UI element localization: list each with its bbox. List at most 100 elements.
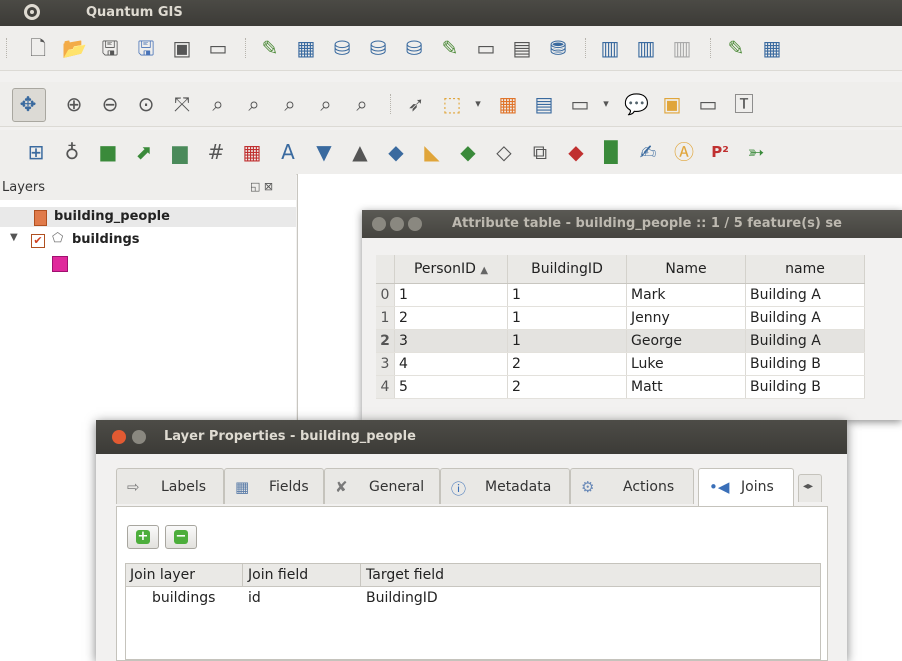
tab-actions[interactable]: ⚙ Actions <box>570 468 694 504</box>
add-join-button[interactable]: + <box>127 525 159 549</box>
raster-calculator-icon[interactable]: ▆ <box>168 140 192 164</box>
column-header-buildingid[interactable]: BuildingID <box>507 255 627 284</box>
cell[interactable]: 2 <box>507 375 627 399</box>
refresh-icon[interactable]: ⌕ <box>350 92 374 116</box>
cell[interactable]: 1 <box>507 306 627 330</box>
deselect-features-icon[interactable]: ▦ <box>496 92 520 116</box>
interpolation-icon[interactable]: ▼ <box>312 140 336 164</box>
cell[interactable]: George <box>626 329 746 353</box>
row-index[interactable]: 1 <box>376 306 395 330</box>
table-row[interactable]: 0 1 1 Mark Building A <box>376 283 865 307</box>
add-raster-layer-icon[interactable]: ▦ <box>294 36 318 60</box>
cell[interactable]: Building B <box>745 375 865 399</box>
python-console-icon[interactable]: P² <box>708 140 732 164</box>
open-attribute-table-icon[interactable]: ▤ <box>532 92 556 116</box>
expand-arrow-icon[interactable]: ▼ <box>10 232 18 243</box>
measure-line-icon[interactable]: ▭ <box>568 92 592 116</box>
cell[interactable]: Mark <box>626 283 746 307</box>
zonal-statistics-icon[interactable]: ◆ <box>456 140 480 164</box>
attribute-table-title-bar[interactable]: Attribute table - building_people :: 1 /… <box>362 210 902 238</box>
zoom-to-selection-icon[interactable]: ⌕ <box>206 92 230 116</box>
tab-scroll-buttons[interactable]: ◂▸ <box>798 474 822 502</box>
tab-general[interactable]: ✘ General <box>324 468 440 504</box>
move-feature-icon[interactable]: ▦ <box>760 36 784 60</box>
tab-labels[interactable]: ⇨ Labels <box>116 468 224 504</box>
add-spatialite-layer-icon[interactable]: ⛁ <box>366 36 390 60</box>
add-mssql-layer-icon[interactable]: ⛁ <box>402 36 426 60</box>
tab-joins[interactable]: •◀ Joins <box>698 468 794 507</box>
add-postgis-layer-icon[interactable]: ⛁ <box>330 36 354 60</box>
composer-manager-icon[interactable]: ▭ <box>206 36 230 60</box>
edit-icon[interactable]: ✍ <box>636 140 660 164</box>
heatmap-icon[interactable]: ⬈ <box>132 140 156 164</box>
toolbar-grip[interactable] <box>6 38 9 58</box>
raster-terrain-icon[interactable]: ▦ <box>240 140 264 164</box>
scroll-arrows-icon[interactable]: ◂▸ <box>803 481 813 492</box>
row-index[interactable]: 0 <box>376 283 395 307</box>
evis-icon[interactable]: ▉ <box>600 140 624 164</box>
new-bookmark-icon[interactable]: ▣ <box>660 92 684 116</box>
cell[interactable]: 3 <box>394 329 508 353</box>
add-wms-layer-icon[interactable]: ✎ <box>438 36 462 60</box>
tab-fields[interactable]: ▦ Fields <box>224 468 324 504</box>
label-icon[interactable]: Ⓐ <box>672 140 696 164</box>
close-icon[interactable] <box>372 217 386 231</box>
select-features-icon[interactable]: ⬚ <box>440 92 464 116</box>
cell[interactable]: Matt <box>626 375 746 399</box>
zoom-to-layer-icon[interactable]: ⌕ <box>242 92 266 116</box>
chevron-down-icon[interactable]: ▾ <box>594 92 618 116</box>
add-wfs-layer-icon[interactable]: ⛃ <box>546 36 570 60</box>
new-print-composer-icon[interactable]: ▣ <box>170 36 194 60</box>
north-arrow-icon[interactable]: A <box>276 140 300 164</box>
map-tips-icon[interactable]: 💬 <box>624 92 649 116</box>
table-row[interactable]: 3 4 2 Luke Building B <box>376 352 865 376</box>
identify-features-icon[interactable]: ➶ <box>404 92 428 116</box>
zoom-full-icon[interactable]: ⤧ <box>170 92 194 116</box>
remove-join-button[interactable]: − <box>165 525 197 549</box>
close-icon[interactable] <box>112 430 126 444</box>
table-row[interactable]: 1 2 1 Jenny Building A <box>376 306 865 330</box>
join-layer-value[interactable]: buildings <box>152 590 215 606</box>
column-header-personid[interactable]: PersonID ▲ <box>394 255 508 284</box>
cell[interactable]: Building A <box>745 329 865 353</box>
text-annotation-icon[interactable]: 🅃 <box>732 92 756 116</box>
minimize-icon[interactable] <box>132 430 146 444</box>
layer-item-buildings[interactable]: ▼ ✔ ⬠ buildings <box>0 230 296 250</box>
topology-checker-icon[interactable]: ◣ <box>420 140 444 164</box>
zoom-last-icon[interactable]: ⌕ <box>278 92 302 116</box>
offline-editing-icon[interactable]: ⧉ <box>528 140 552 164</box>
maximize-icon[interactable] <box>408 217 422 231</box>
column-header-join-field[interactable]: Join field <box>248 567 308 583</box>
layer-visibility-checkbox[interactable]: ✔ <box>31 234 45 248</box>
plugin-manager-icon[interactable]: ➳ <box>744 140 768 164</box>
zoom-out-icon[interactable]: ⊖ <box>98 92 122 116</box>
tab-metadata[interactable]: ⓘ Metadata <box>440 468 570 504</box>
symbol-swatch[interactable] <box>52 256 68 272</box>
join-field-value[interactable]: id <box>248 590 261 606</box>
pan-icon[interactable]: ✥ <box>16 92 40 116</box>
dxf-export-icon[interactable]: ◇ <box>492 140 516 164</box>
cell[interactable]: 4 <box>394 352 508 376</box>
cell[interactable]: 1 <box>507 283 627 307</box>
column-header-name-lower[interactable]: name <box>745 255 865 284</box>
table-row[interactable]: 4 5 2 Matt Building B <box>376 375 865 399</box>
new-project-icon[interactable]: 🗋 <box>26 36 50 60</box>
layer-properties-title-bar[interactable]: Layer Properties - building_people <box>96 420 847 454</box>
minimize-icon[interactable] <box>390 217 404 231</box>
digitize-icon[interactable]: ✎ <box>724 36 748 60</box>
ubuntu-logo-icon[interactable] <box>24 4 40 20</box>
cell[interactable]: Building B <box>745 352 865 376</box>
cell[interactable]: 2 <box>394 306 508 330</box>
layer-item-building-people[interactable]: building_people <box>0 207 296 227</box>
save-edits-icon[interactable]: ▥ <box>634 36 658 60</box>
spatial-query-icon[interactable]: ◆ <box>384 140 408 164</box>
toggle-editing-icon[interactable]: ▥ <box>598 36 622 60</box>
road-graph-icon[interactable]: ▲ <box>348 140 372 164</box>
georeferencer-icon[interactable]: ■ <box>96 140 120 164</box>
save-as-icon[interactable]: 🖫 <box>134 36 158 60</box>
cell[interactable]: 5 <box>394 375 508 399</box>
plugin-grid-icon[interactable]: ⊞ <box>24 140 48 164</box>
cell[interactable]: Building A <box>745 283 865 307</box>
processing-icon[interactable]: ◆ <box>564 140 588 164</box>
row-index[interactable]: 2 <box>376 329 395 353</box>
